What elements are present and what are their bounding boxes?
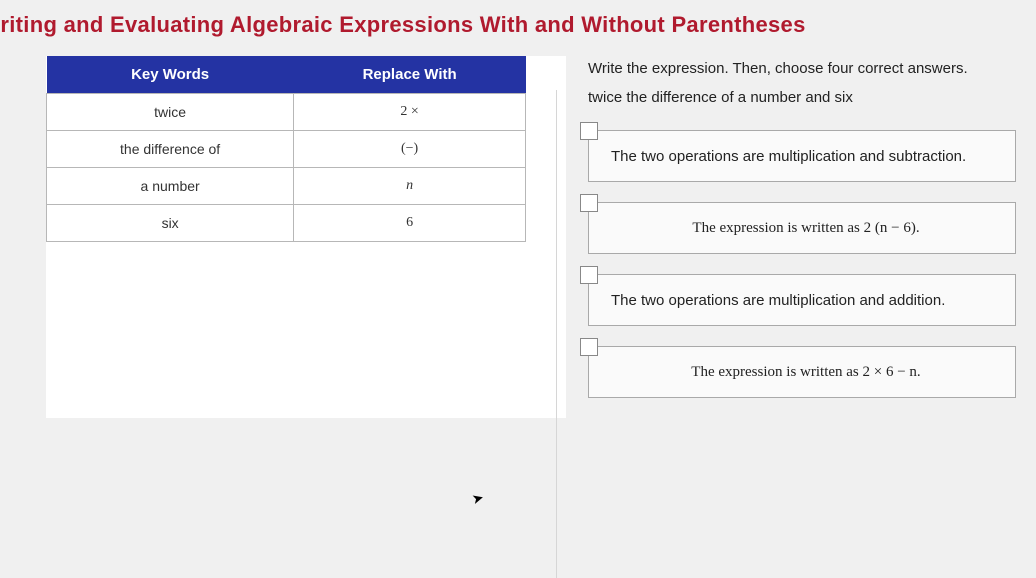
table-row: a number n (47, 168, 526, 205)
replace-cell: n (294, 168, 526, 205)
table-row: twice 2 × (47, 94, 526, 131)
table-row: six 6 (47, 205, 526, 242)
option-text: The expression is written as 2 (n − 6). (692, 220, 919, 237)
cursor-icon: ➤ (470, 489, 486, 508)
panel-divider (556, 90, 557, 578)
option-text: The two operations are multiplication an… (611, 148, 966, 165)
checkbox-icon[interactable] (580, 266, 598, 284)
answer-option[interactable]: The two operations are multiplication an… (588, 130, 1016, 182)
key-cell: the difference of (47, 131, 294, 168)
option-text: The expression is written as 2 × 6 − n. (691, 364, 920, 381)
replace-cell: (−) (294, 131, 526, 168)
key-cell: a number (47, 168, 294, 205)
key-cell: twice (47, 94, 294, 131)
answer-option[interactable]: The two operations are multiplication an… (588, 274, 1016, 326)
checkbox-icon[interactable] (580, 194, 598, 212)
right-panel: Write the expression. Then, choose four … (588, 56, 1016, 418)
keyword-table: Key Words Replace With twice 2 × the dif… (46, 56, 526, 242)
replace-cell: 6 (294, 205, 526, 242)
prompt-text: twice the difference of a number and six (588, 89, 1016, 106)
page-title: Iriting and Evaluating Algebraic Express… (0, 12, 1016, 38)
checkbox-icon[interactable] (580, 338, 598, 356)
instruction-text: Write the expression. Then, choose four … (588, 60, 1016, 77)
checkbox-icon[interactable] (580, 122, 598, 140)
table-header-replace: Replace With (294, 56, 526, 94)
answer-option[interactable]: The expression is written as 2 (n − 6). (588, 202, 1016, 254)
replace-cell: 2 × (294, 94, 526, 131)
answer-option[interactable]: The expression is written as 2 × 6 − n. (588, 346, 1016, 398)
table-row: the difference of (−) (47, 131, 526, 168)
left-panel: Key Words Replace With twice 2 × the dif… (46, 56, 566, 418)
key-cell: six (47, 205, 294, 242)
table-header-keywords: Key Words (47, 56, 294, 94)
option-text: The two operations are multiplication an… (611, 292, 945, 309)
